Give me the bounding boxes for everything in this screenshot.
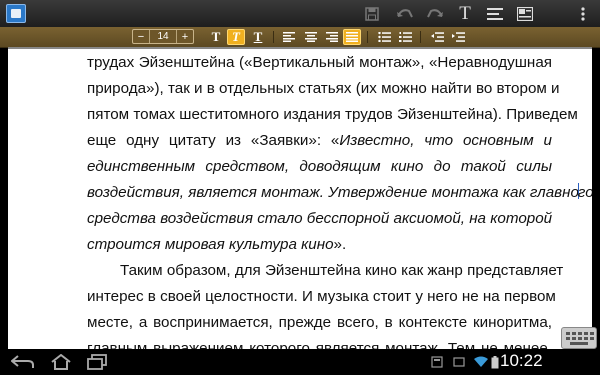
action-bar: T — [0, 0, 600, 27]
numbered-list-button[interactable] — [396, 29, 414, 45]
wifi-icon — [474, 355, 488, 369]
italic-button[interactable]: T — [227, 29, 245, 45]
text-line: средства воздействия стало бесспорной ак… — [87, 206, 552, 232]
system-bar: 10:22 — [0, 349, 600, 375]
insert-image-icon[interactable] — [510, 0, 540, 27]
text-segment: пятом томах шеститомного издания трудов … — [87, 106, 578, 123]
text-segment: средства воздействия стало бесспорной ак… — [87, 210, 553, 227]
text-line: воздействия, является монтаж. Утверждени… — [87, 180, 592, 206]
text-line: природа»), так и в отдельных статьях (их… — [87, 76, 560, 102]
clock: 10:22 — [500, 351, 543, 370]
align-justify-button[interactable] — [343, 29, 361, 45]
increase-size-button[interactable]: + — [177, 31, 193, 43]
divider — [367, 31, 368, 43]
usb-icon — [430, 355, 444, 369]
text-segment: еще одну цитату из «Заявки»: « — [87, 132, 340, 149]
text-segment: интерес в своей целостности. И музыка ст… — [87, 288, 556, 305]
increase-indent-button[interactable] — [449, 29, 467, 45]
undo-icon[interactable] — [390, 0, 420, 27]
align-icon[interactable] — [480, 0, 510, 27]
font-size-stepper[interactable]: − 14 + — [132, 29, 194, 44]
overflow-menu-icon[interactable] — [568, 0, 598, 27]
align-center-button[interactable] — [302, 29, 320, 45]
text-line: Таким образом, для Эйзенштейна кино как … — [87, 258, 563, 284]
text-segment: ». — [333, 236, 347, 253]
formatting-toolbar: − 14 + T T T — [0, 27, 600, 48]
notification-icon — [452, 355, 466, 369]
text-segment: го — [577, 184, 592, 201]
text-segment: строится мировая культура кино — [87, 236, 334, 253]
divider — [273, 31, 274, 43]
align-right-button[interactable] — [323, 29, 341, 45]
font-size-value: 14 — [149, 30, 177, 43]
text-format-icon[interactable]: T — [450, 0, 480, 27]
decrease-indent-button[interactable] — [428, 29, 446, 45]
text-segment: главным выражением которого является мон… — [87, 340, 552, 349]
home-icon[interactable] — [46, 353, 76, 371]
bold-button[interactable]: T — [207, 29, 225, 45]
keyboard-icon[interactable] — [561, 327, 597, 349]
text-segment: Известно, что основным и — [339, 132, 552, 149]
text-line: интерес в своей целостности. И музыка ст… — [87, 284, 556, 310]
text-segment: трудах Эйзенштейна («Вертикальный монтаж… — [87, 54, 552, 71]
bullet-list-button[interactable] — [375, 29, 393, 45]
text-segment: единственным средством, доводящим кино д… — [87, 158, 552, 175]
back-icon[interactable] — [8, 353, 38, 371]
text-line: трудах Эйзенштейна («Вертикальный монтаж… — [87, 50, 552, 76]
recent-apps-icon[interactable] — [82, 353, 112, 371]
text-line: еще одну цитату из «Заявки»: «Известно, … — [87, 128, 552, 154]
text-line: месте, а воспринимается, прежде всего, в… — [87, 310, 552, 336]
document-text[interactable]: трудах Эйзенштейна («Вертикальный монтаж… — [87, 50, 592, 349]
redo-icon[interactable] — [420, 0, 450, 27]
page-top-border — [8, 47, 592, 49]
app-icon[interactable] — [6, 4, 26, 23]
text-line: главным выражением которого является мон… — [87, 336, 552, 349]
text-segment: Таким образом, для Эйзенштейна кино как … — [120, 262, 564, 279]
text-line: пятом томах шеститомного издания трудов … — [87, 102, 578, 128]
text-line: строится мировая культура кино». — [87, 232, 552, 258]
text-segment: природа»), так и в отдельных статьях (их… — [87, 80, 560, 97]
document-page[interactable]: трудах Эйзенштейна («Вертикальный монтаж… — [8, 47, 592, 349]
text-segment: воздействия, является монтаж. Утверждени… — [87, 184, 579, 201]
align-left-button[interactable] — [280, 29, 298, 45]
divider — [420, 31, 421, 43]
decrease-size-button[interactable]: − — [133, 31, 149, 43]
text-line: единственным средством, доводящим кино д… — [87, 154, 552, 180]
save-icon[interactable] — [357, 0, 387, 27]
text-segment: месте, а воспринимается, прежде всего, в… — [87, 314, 552, 331]
underline-button[interactable]: T — [249, 29, 267, 45]
